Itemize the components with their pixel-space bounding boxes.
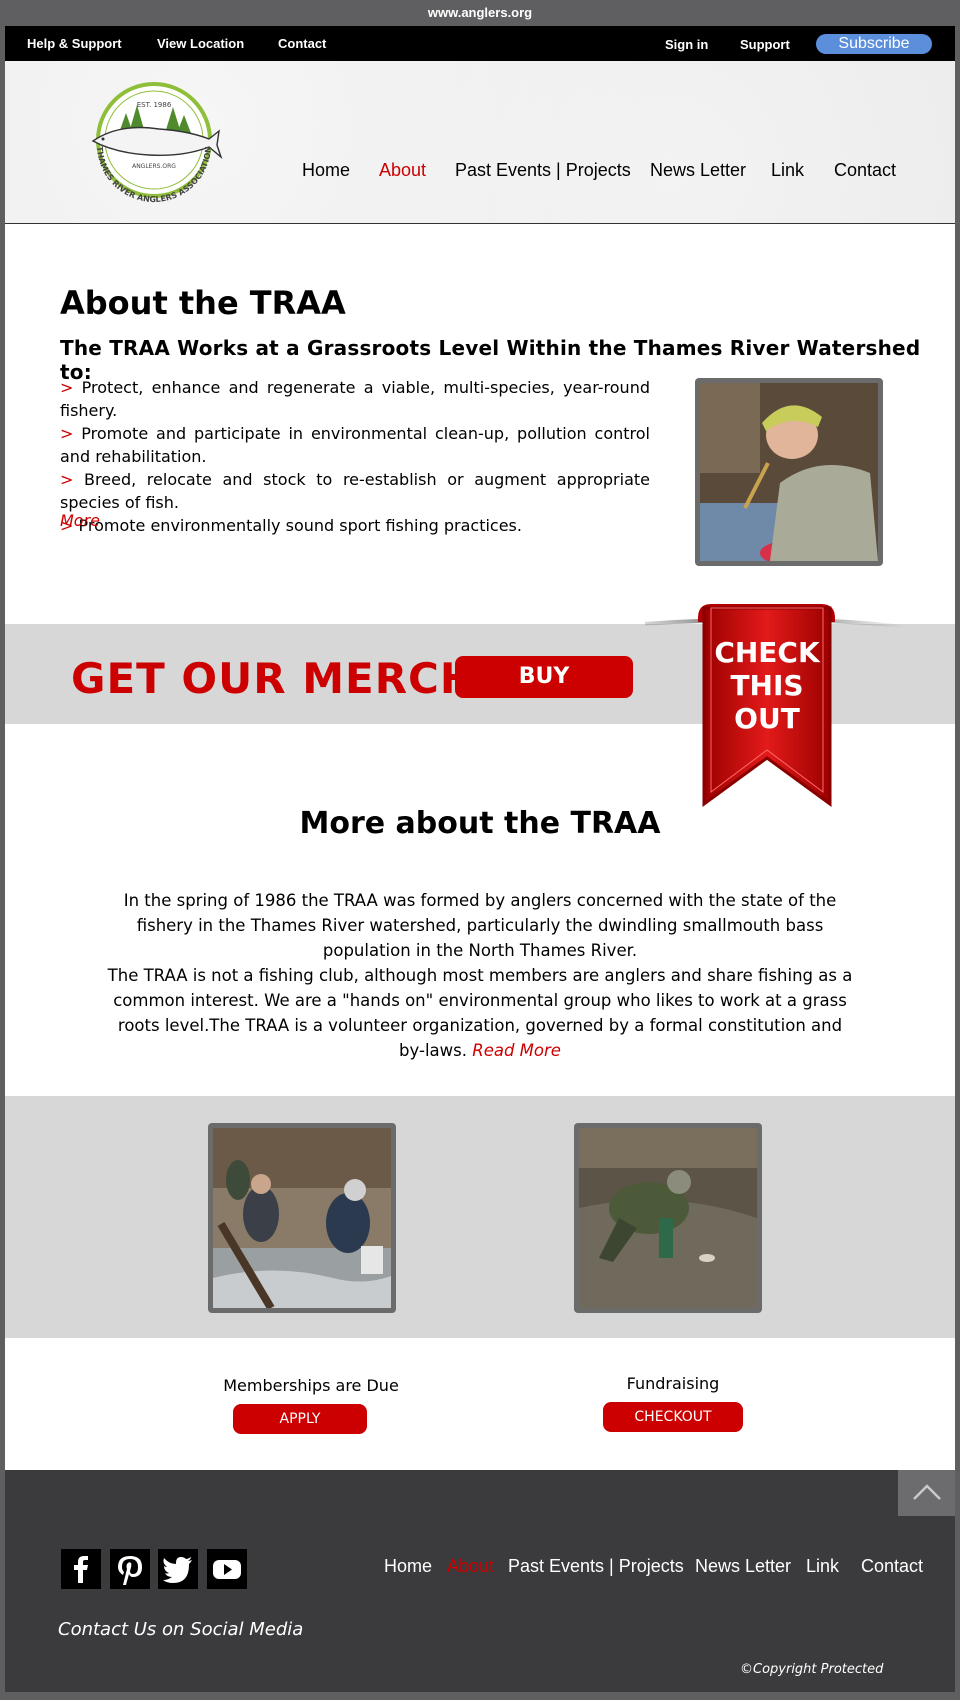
angler-photo xyxy=(695,378,883,566)
contact-link[interactable]: Contact xyxy=(278,36,326,51)
nav-past-events[interactable]: Past Events | Projects xyxy=(455,160,631,181)
about-title: About the TRAA xyxy=(60,284,346,322)
view-location-link[interactable]: View Location xyxy=(157,36,244,51)
fundraising-label: Fundraising xyxy=(626,1374,720,1393)
arrow-icon: > xyxy=(60,424,74,443)
history-paragraph: In the spring of 1986 the TRAA was forme… xyxy=(123,891,837,960)
traa-logo[interactable]: EST. 1986 ANGLERS.ORG THAMES RIVER ANGLE… xyxy=(79,75,229,215)
gallery-band xyxy=(5,1096,955,1338)
about-bullet-list: > Protect, enhance and regenerate a viab… xyxy=(60,376,650,537)
logo-est-text: EST. 1986 xyxy=(137,101,172,109)
read-more-link[interactable]: Read More xyxy=(472,1041,561,1060)
ribbon-line-2: THIS xyxy=(730,669,803,702)
ribbon-line-1: CHECK xyxy=(714,636,821,669)
arrow-icon: > xyxy=(60,470,74,489)
nav-contact[interactable]: Contact xyxy=(834,160,896,181)
youtube-icon[interactable] xyxy=(207,1549,247,1589)
top-bar: Help & Support View Location Contact Sig… xyxy=(5,26,955,61)
facebook-icon[interactable] xyxy=(61,1549,101,1589)
check-this-out-ribbon[interactable]: CHECK THIS OUT xyxy=(645,598,905,808)
list-item: > Promote and participate in environment… xyxy=(60,424,650,466)
social-caption: Contact Us on Social Media xyxy=(58,1619,304,1640)
more-about-body: In the spring of 1986 the TRAA was forme… xyxy=(105,888,855,1063)
page: Help & Support View Location Contact Sig… xyxy=(5,26,955,1692)
site-header: EST. 1986 ANGLERS.ORG THAMES RIVER ANGLE… xyxy=(5,61,955,224)
stream-crew-photo xyxy=(208,1123,396,1313)
ribbon-line-3: OUT xyxy=(734,702,800,735)
nav-link[interactable]: Link xyxy=(771,160,804,181)
chevron-up-icon xyxy=(913,1484,941,1500)
back-to-top-button[interactable] xyxy=(898,1470,955,1516)
more-link[interactable]: More xyxy=(60,511,100,530)
nav-about[interactable]: About xyxy=(379,160,426,181)
list-item: > Promote environmentally sound sport fi… xyxy=(60,516,522,535)
more-about-title: More about the TRAA xyxy=(299,806,661,841)
buy-button[interactable]: BUY xyxy=(455,656,633,698)
membership-label: Memberships are Due xyxy=(223,1376,399,1395)
copyright-text: ©Copyright Protected xyxy=(740,1662,884,1677)
nav-news-letter[interactable]: News Letter xyxy=(650,160,746,181)
merch-heading: GET OUR MERCH xyxy=(71,654,477,703)
help-support-link[interactable]: Help & Support xyxy=(27,36,122,51)
support-link[interactable]: Support xyxy=(740,37,790,52)
sign-in-link[interactable]: Sign in xyxy=(665,37,708,52)
footer-nav-contact[interactable]: Contact xyxy=(861,1556,923,1577)
list-item: > Breed, relocate and stock to re-establ… xyxy=(60,470,651,512)
footer-nav-link[interactable]: Link xyxy=(806,1556,839,1577)
footer-nav-about[interactable]: About xyxy=(447,1556,494,1577)
subscribe-button[interactable]: Subscribe xyxy=(816,34,932,54)
checkout-button[interactable]: CHECKOUT xyxy=(603,1402,743,1432)
apply-button[interactable]: APPLY xyxy=(233,1404,367,1434)
url-bar: www.anglers.org xyxy=(0,0,960,26)
footer-nav-past-events[interactable]: Past Events | Projects xyxy=(508,1556,684,1577)
footer-nav-news-letter[interactable]: News Letter xyxy=(695,1556,791,1577)
footer-nav-home[interactable]: Home xyxy=(384,1556,432,1577)
list-item: > Protect, enhance and regenerate a viab… xyxy=(60,378,650,420)
pinterest-icon[interactable] xyxy=(110,1549,150,1589)
wader-photo xyxy=(574,1123,762,1313)
nav-home[interactable]: Home xyxy=(302,160,350,181)
logo-site-text: ANGLERS.ORG xyxy=(132,163,176,170)
arrow-icon: > xyxy=(60,378,74,397)
twitter-icon[interactable] xyxy=(158,1549,198,1589)
